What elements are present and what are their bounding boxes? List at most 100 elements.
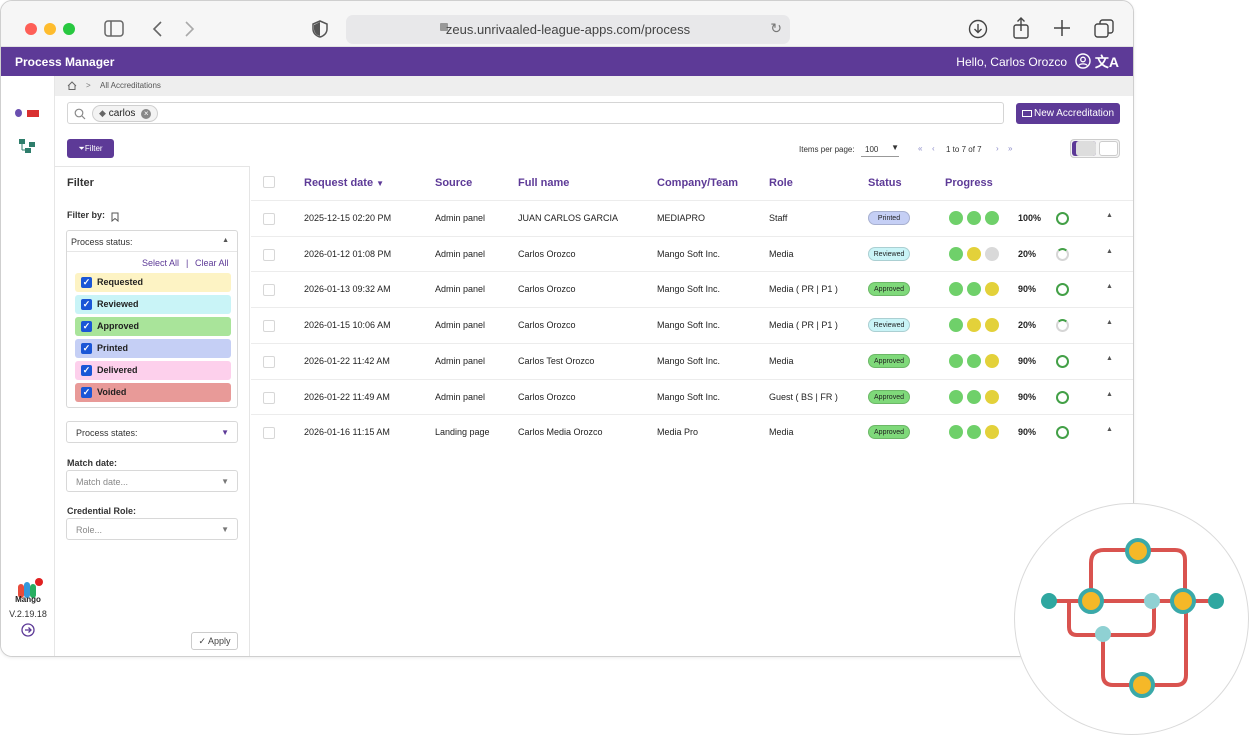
process-states-dropdown[interactable]: Process states: ▼ (66, 421, 238, 443)
expand-row-icon[interactable]: ▲ (1106, 319, 1113, 326)
expand-row-icon[interactable]: ▲ (1106, 355, 1113, 362)
status-option-requested[interactable]: ✓ Requested (75, 273, 231, 292)
items-per-page-select[interactable]: 100 ▼ (861, 141, 899, 157)
match-date-select[interactable]: Match date... ▼ (66, 470, 238, 492)
status-option-approved[interactable]: ✓ Approved (75, 317, 231, 336)
cell-full-name: Carlos Orozco (518, 284, 576, 295)
status-option-printed[interactable]: ✓ Printed (75, 339, 231, 358)
status-badge: Approved (868, 425, 910, 440)
language-icon[interactable]: 文A (1095, 52, 1119, 72)
zoom-window-button[interactable] (63, 23, 75, 35)
row-checkbox[interactable] (263, 391, 275, 404)
next-page-icon[interactable]: › (996, 144, 999, 153)
shield-icon[interactable] (312, 20, 328, 42)
table-row[interactable]: 2026-01-12 01:08 PM Admin panel Carlos Oro… (251, 235, 1133, 272)
header-role[interactable]: Role (769, 177, 793, 189)
download-icon[interactable] (968, 19, 988, 43)
search-input[interactable]: ◆ carlos × (67, 102, 1004, 124)
progress-step-dot (985, 318, 999, 333)
cell-progress-percent: 90% (1018, 427, 1037, 438)
expand-row-icon[interactable]: ▲ (1106, 248, 1113, 255)
cell-request-date: 2026-01-16 11:15 AM (304, 427, 390, 438)
status-option-voided[interactable]: ✓ Voided (75, 383, 231, 402)
row-checkbox[interactable] (263, 284, 275, 297)
url-text: zeus.unrivaaled-league-apps.com/process (445, 22, 691, 37)
table-row[interactable]: 2026-01-22 11:49 AM Admin panel Carlos Oro… (251, 378, 1133, 415)
header-status[interactable]: Status (868, 177, 902, 189)
expand-row-icon[interactable]: ▲ (1106, 391, 1113, 398)
reload-icon[interactable]: ↻ (770, 20, 782, 37)
checkbox-checked-icon[interactable]: ✓ (81, 387, 92, 398)
view-toggle[interactable] (1070, 139, 1120, 158)
select-all-link[interactable]: Select All (142, 258, 179, 268)
row-checkbox[interactable] (263, 213, 275, 225)
header-progress[interactable]: Progress (945, 177, 993, 189)
progress-step-dot (949, 318, 963, 333)
row-checkbox[interactable] (263, 248, 275, 261)
hierarchy-icon[interactable] (19, 139, 35, 158)
last-page-icon[interactable]: » (1008, 144, 1012, 153)
expand-row-icon[interactable]: ▲ (1106, 283, 1113, 290)
status-option-reviewed[interactable]: ✓ Reviewed (75, 295, 231, 314)
search-chip[interactable]: ◆ carlos × (92, 105, 159, 122)
checkbox-checked-icon[interactable]: ✓ (81, 299, 92, 310)
cell-company: Mango Soft Inc. (657, 284, 721, 295)
status-option-delivered[interactable]: ✓ Delivered (75, 361, 231, 380)
header-company[interactable]: Company/Team (657, 177, 738, 189)
checkbox-checked-icon[interactable]: ✓ (81, 277, 92, 288)
table-row[interactable]: 2026-01-16 11:15 AM Landing page Carlos Me… (251, 414, 1133, 450)
row-checkbox[interactable] (263, 320, 275, 333)
chip-remove-icon[interactable]: × (141, 109, 152, 119)
bookmark-icon[interactable] (111, 209, 119, 227)
apply-button[interactable]: ✓ Apply (191, 632, 238, 650)
cell-full-name: Carlos Orozco (518, 320, 576, 331)
new-tab-icon[interactable] (1053, 19, 1071, 41)
tab-overview-icon[interactable] (1094, 19, 1114, 43)
header-full-name[interactable]: Full name (518, 177, 569, 189)
cell-full-name: Carlos Orozco (518, 248, 576, 259)
cell-role: Media ( PR | P1 ) (769, 320, 838, 331)
table-row[interactable]: 2026-01-22 11:42 AM Admin panel Carlos Tes… (251, 342, 1133, 379)
new-accreditation-button[interactable]: New Accreditation (1016, 103, 1120, 124)
process-flow-illustration (1014, 503, 1249, 735)
share-icon[interactable] (1012, 17, 1030, 43)
row-checkbox[interactable] (263, 355, 275, 368)
close-window-button[interactable] (25, 23, 37, 35)
checkbox-checked-icon[interactable]: ✓ (81, 321, 92, 332)
expand-row-icon[interactable]: ▲ (1106, 426, 1113, 433)
flags-icon[interactable] (15, 108, 41, 118)
workflow-graphic (1041, 538, 1224, 698)
clear-all-link[interactable]: Clear All (195, 258, 229, 268)
minimize-window-button[interactable] (44, 23, 56, 35)
table-row[interactable]: 2025-12-15 02:20 PM Admin panel JUAN CARLO… (251, 200, 1133, 236)
home-icon[interactable] (67, 81, 77, 92)
progress-step-dot (949, 282, 963, 297)
header-source[interactable]: Source (435, 177, 472, 189)
progress-ring-icon (1056, 390, 1069, 404)
row-checkbox[interactable] (263, 427, 275, 440)
forward-icon[interactable] (184, 20, 196, 42)
cell-company: MEDIAPRO (657, 213, 706, 223)
tag-icon: ◆ (99, 108, 106, 118)
address-bar[interactable]: zeus.unrivaaled-league-apps.com/process … (346, 15, 790, 44)
expand-row-icon[interactable]: ▲ (1106, 212, 1113, 219)
status-badge: Approved (868, 282, 910, 297)
first-page-icon[interactable]: « (918, 144, 922, 153)
checkbox-checked-icon[interactable]: ✓ (81, 343, 92, 354)
select-all-checkbox[interactable] (263, 176, 275, 188)
breadcrumb-current[interactable]: All Accreditations (100, 81, 161, 90)
checkbox-checked-icon[interactable]: ✓ (81, 365, 92, 376)
cell-company: Mango Soft Inc. (657, 355, 721, 366)
prev-page-icon[interactable]: ‹ (932, 144, 935, 153)
sidebar-toggle-icon[interactable] (104, 20, 124, 41)
back-icon[interactable] (151, 20, 163, 42)
table-row[interactable]: 2026-01-15 10:06 AM Admin panel Carlos Oro… (251, 307, 1133, 343)
process-status-label[interactable]: Process status: (71, 237, 133, 247)
header-request-date[interactable]: Request date ▼ (304, 177, 384, 189)
table-row[interactable]: 2026-01-13 09:32 AM Admin panel Carlos Oro… (251, 271, 1133, 307)
logout-icon[interactable] (21, 623, 35, 642)
filter-button[interactable]: ⏷Filter (67, 139, 114, 158)
role-select[interactable]: Role... ▼ (66, 518, 238, 540)
user-icon[interactable] (1075, 53, 1091, 74)
caret-up-icon[interactable]: ▲ (222, 237, 229, 244)
